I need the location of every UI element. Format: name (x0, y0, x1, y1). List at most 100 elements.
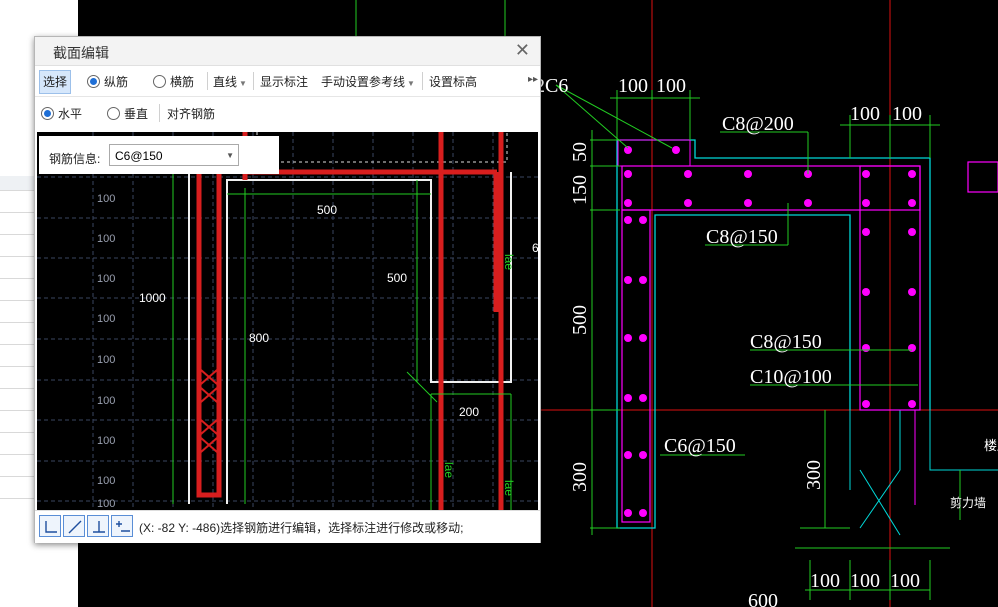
canvas-dimension-lines (172, 162, 512, 510)
label-c8-150a: C8@150 (706, 226, 778, 248)
dim-500-vertical: 500 (387, 271, 407, 285)
stirrup (621, 209, 651, 523)
dialog-title: 截面编辑 (53, 45, 109, 61)
dim-6: 6 (532, 241, 538, 255)
toolbar-divider (207, 72, 208, 90)
label-v300b: 300 (803, 460, 825, 490)
longitudinal-radio[interactable]: 纵筋 (87, 73, 128, 90)
label-v150: 150 (569, 175, 591, 205)
close-button[interactable]: ✕ (515, 41, 530, 59)
label-top-100a: 100 (618, 75, 648, 97)
add-point-tool-button[interactable] (111, 515, 133, 537)
dialog-titlebar[interactable]: 截面编辑 ✕ (35, 37, 540, 66)
lae-labels: lae lae lae (442, 254, 516, 496)
dim-1000: 1000 (139, 291, 166, 305)
grid-labels: 100 100 100 100 100 100 100 100 100 100 (97, 148, 115, 510)
dim-500-horizontal: 500 (317, 203, 337, 217)
transverse-label: 横筋 (170, 75, 195, 89)
section-edit-dialog: 截面编辑 ✕ 选择 纵筋 横筋 直线 ▼ 显示标注 手动设置参考线 ▼ 设置标高 ▸… (34, 36, 541, 543)
grid-label: 100 (97, 395, 115, 407)
label-bot-100b: 100 (850, 570, 880, 592)
label-c8-150b: C8@150 (750, 331, 822, 353)
perpendicular-icon (93, 521, 105, 533)
label-bot-100a: 100 (810, 570, 840, 592)
grid-label: 100 (97, 233, 115, 245)
lae-label: lae (442, 462, 456, 478)
radio-unchecked-icon (107, 107, 120, 120)
wall-outline (849, 410, 998, 529)
dim-200: 200 (459, 405, 479, 419)
grid-label: 100 (97, 273, 115, 285)
horizontal-label: 水平 (58, 107, 83, 121)
label-top-100b: 100 (656, 75, 686, 97)
dim-800: 800 (249, 331, 269, 345)
vertical-radio[interactable]: 垂直 (107, 105, 148, 122)
straight-line-dropdown[interactable]: 直线 ▼ (213, 73, 247, 90)
show-annotation-button[interactable]: 显示标注 (260, 73, 308, 90)
grid-label: 100 (97, 498, 115, 510)
label-c6-150: C6@150 (664, 435, 736, 457)
radio-checked-icon (41, 107, 54, 120)
stirrup-cross-marks (200, 369, 218, 453)
corner-tool-button[interactable] (39, 515, 61, 537)
label-c10-100: C10@100 (750, 366, 832, 388)
rebar-info-value: C6@150 (115, 149, 163, 163)
label-shear-wall: 剪力墙 (950, 495, 986, 510)
transverse-radio[interactable]: 横筋 (153, 73, 194, 90)
toolbar-divider (253, 72, 254, 90)
grid-label: 100 (97, 193, 115, 205)
corner-icon (45, 521, 57, 533)
radio-unchecked-icon (153, 75, 166, 88)
label-600: 600 (748, 590, 778, 607)
section-canvas[interactable]: 100 100 100 100 100 100 100 100 100 100 (37, 132, 538, 510)
stirrup (967, 161, 998, 193)
grid-label: 100 (97, 354, 115, 366)
perpendicular-tool-button[interactable] (87, 515, 109, 537)
grid-label: 100 (97, 475, 115, 487)
toolbar-divider (159, 104, 160, 122)
plus-minus-icon (116, 521, 130, 532)
label-v500: 500 (569, 305, 591, 335)
stirrup (621, 165, 921, 211)
wall-outline (859, 469, 901, 536)
section-drawing: 100 100 100 100 100 100 100 100 100 100 (37, 132, 538, 510)
label-floor: 楼层 (984, 439, 998, 454)
horizontal-radio[interactable]: 水平 (41, 105, 82, 122)
straight-line-label: 直线 (213, 75, 238, 89)
rebar-info-panel: 钢筋信息: C6@150 ▼ (39, 136, 279, 174)
rebar-info-label: 钢筋信息: (49, 152, 101, 166)
toolbar-secondary: 水平 垂直 对齐钢筋 (35, 97, 540, 129)
section-boundary (256, 132, 508, 163)
rebar-info-select[interactable]: C6@150 ▼ (109, 144, 239, 166)
status-message: (X: -82 Y: -486)选择钢筋进行编辑，选择标注进行修改或移动; (139, 521, 464, 535)
line-tool-button[interactable] (63, 515, 85, 537)
section-outline (188, 172, 512, 504)
chevron-down-icon: ▼ (239, 79, 247, 88)
longitudinal-label: 纵筋 (104, 75, 129, 89)
select-button[interactable]: 选择 (39, 70, 71, 94)
toolbar-divider (422, 72, 423, 90)
lae-label: lae (502, 254, 516, 270)
grid-label: 100 (97, 313, 115, 325)
set-elevation-button[interactable]: 设置标高 (429, 73, 477, 90)
manual-ref-line-label: 手动设置参考线 (321, 75, 406, 89)
cad-labels: 2C6 100 100 C8@200 100 100 C8@150 C8@150… (535, 75, 998, 607)
toolbar-overflow-icon[interactable]: ▸▸ (528, 74, 538, 85)
manual-ref-line-dropdown[interactable]: 手动设置参考线 ▼ (321, 73, 415, 90)
chevron-down-icon: ▼ (407, 79, 415, 88)
vertical-label: 垂直 (124, 107, 149, 121)
label-tr-100b: 100 (892, 103, 922, 125)
label-bot-100c: 100 (890, 570, 920, 592)
chevron-down-icon: ▼ (226, 151, 234, 160)
lae-label: lae (502, 480, 516, 496)
grid-label: 100 (97, 435, 115, 447)
rebar-lines (196, 132, 504, 510)
label-c8-200: C8@200 (722, 113, 794, 135)
toolbar-primary: 选择 纵筋 横筋 直线 ▼ 显示标注 手动设置参考线 ▼ 设置标高 ▸▸ (35, 66, 540, 97)
align-rebar-button[interactable]: 对齐钢筋 (167, 105, 215, 122)
label-tr-100a: 100 (850, 103, 880, 125)
status-bar: (X: -82 Y: -486)选择钢筋进行编辑，选择标注进行修改或移动; (35, 510, 540, 543)
radio-checked-icon (87, 75, 100, 88)
label-v50: 50 (569, 142, 591, 162)
label-v300a: 300 (569, 462, 591, 492)
